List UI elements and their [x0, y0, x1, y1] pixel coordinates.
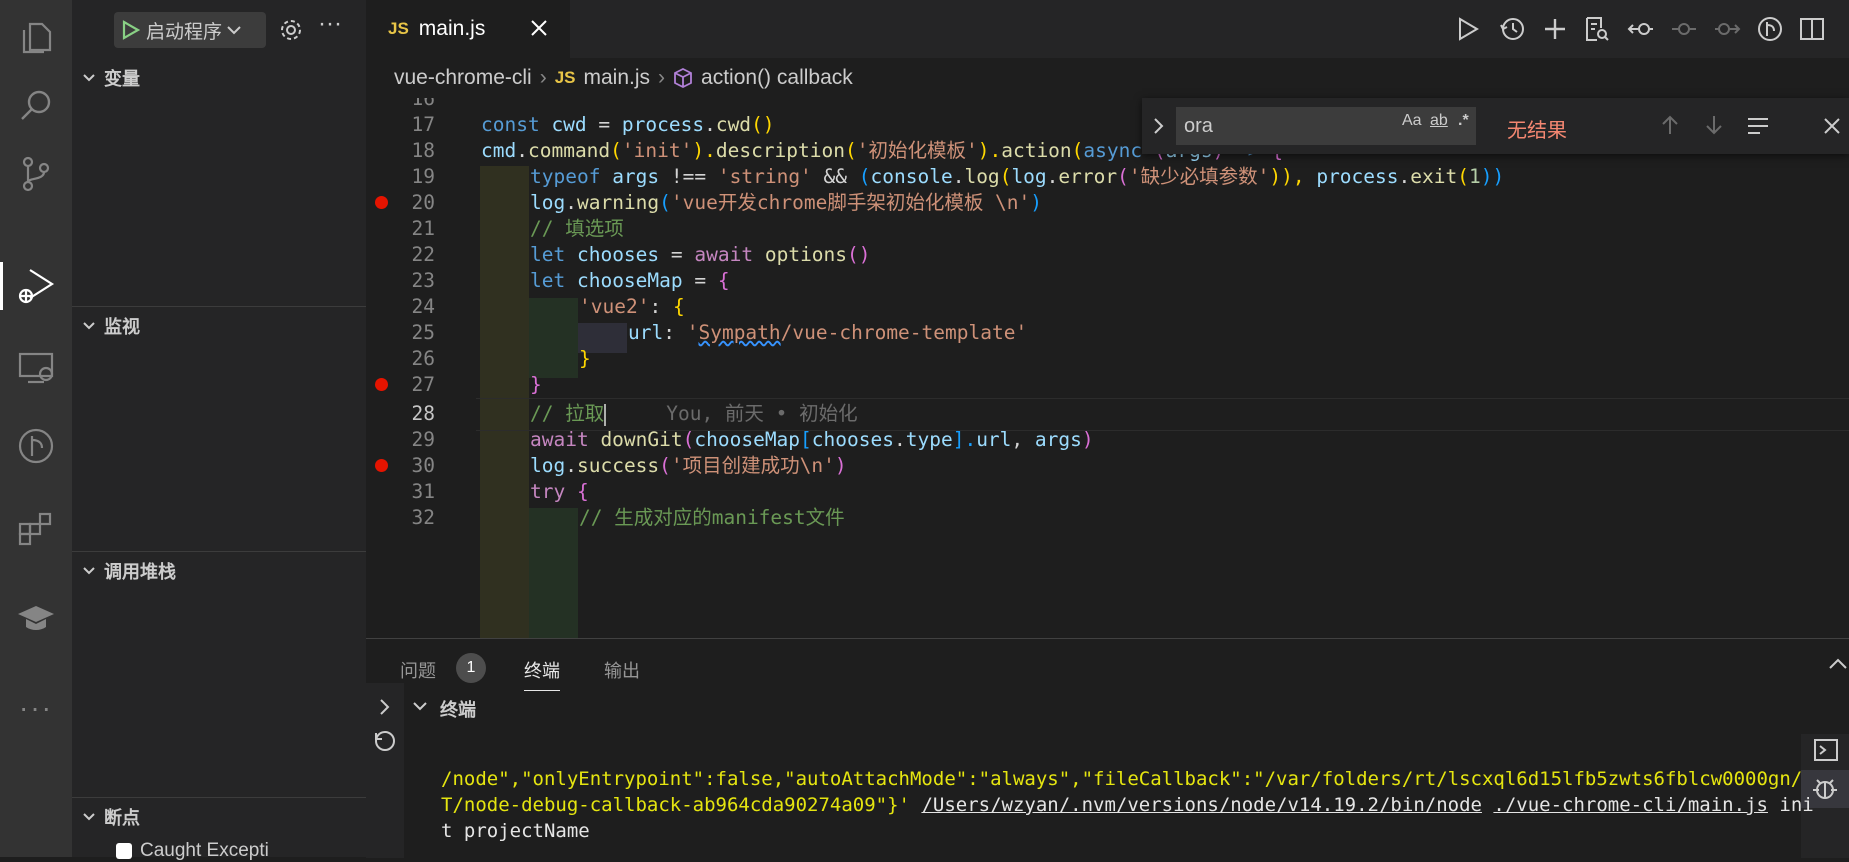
- find-in-selection-icon[interactable]: [1746, 116, 1770, 136]
- js-file-icon: JS: [388, 19, 409, 38]
- watch-section-header[interactable]: 监视: [72, 306, 366, 346]
- git-graph-icon[interactable]: [8, 418, 64, 474]
- extensions-icon[interactable]: [8, 500, 64, 556]
- find-widget: ora Aa ab .* 无结果: [1142, 98, 1849, 154]
- tab-label: main.js: [418, 17, 486, 40]
- close-icon[interactable]: [528, 17, 550, 39]
- compare-next-icon[interactable]: [1711, 13, 1743, 45]
- tab-problems[interactable]: 问题: [400, 657, 436, 683]
- breadcrumb-file[interactable]: main.js: [584, 66, 651, 90]
- play-icon: [122, 20, 140, 40]
- caught-exceptions-label: Caught Excepti: [140, 840, 269, 861]
- launch-config-label: 启动程序: [146, 21, 223, 43]
- breakpoints-section-title: 断点: [104, 808, 140, 828]
- arrow-down-icon[interactable]: [1704, 114, 1724, 136]
- breadcrumb-folder[interactable]: vue-chrome-cli: [394, 66, 532, 90]
- terminal-title: 终端: [440, 700, 476, 720]
- arrow-up-icon[interactable]: [1660, 114, 1680, 136]
- run-icon[interactable]: [1452, 13, 1484, 45]
- callstack-section-title: 调用堆栈: [104, 562, 176, 582]
- source-control-icon[interactable]: [8, 146, 64, 202]
- breadcrumb: vue-chrome-cli › JS main.js › action() c…: [366, 58, 1849, 98]
- problems-badge: 1: [456, 653, 486, 683]
- code-line: 32// 生成对应的manifest文件: [366, 502, 1849, 533]
- breadcrumb-separator: ›: [658, 66, 666, 89]
- compare-prev-icon[interactable]: [1625, 13, 1657, 45]
- debug-toolbar: 启动程序 ···: [72, 0, 366, 58]
- chevron-up-icon[interactable]: [1827, 657, 1849, 671]
- match-case-toggle[interactable]: Aa: [1402, 112, 1422, 130]
- breakpoints-section-header[interactable]: 断点: [72, 797, 366, 837]
- restart-icon[interactable]: [372, 727, 398, 753]
- run-debug-icon[interactable]: [0, 258, 64, 314]
- terminal-icon[interactable]: [1813, 738, 1839, 762]
- callstack-section-header[interactable]: 调用堆栈: [72, 551, 366, 591]
- whole-word-toggle[interactable]: ab: [1430, 112, 1448, 130]
- code-editor[interactable]: 16 17 const cwd = process.cwd() 18 cmd.com…: [366, 98, 1849, 638]
- variables-section-header[interactable]: 变量: [72, 58, 366, 98]
- chevron-down-icon: [83, 74, 95, 82]
- more-actions-icon[interactable]: ···: [318, 10, 342, 38]
- terminal-gutter: [366, 683, 404, 858]
- files-icon[interactable]: [8, 10, 64, 66]
- bottom-panel: 问题 1 终端 输出 终端 /node","onlyEntrypoint":fa…: [366, 638, 1849, 858]
- terminal-link[interactable]: ./vue-chrome-cli/main.js: [1493, 794, 1768, 816]
- method-icon: [674, 67, 692, 89]
- chevron-down-icon: [83, 813, 95, 821]
- chevron-down-icon: [83, 567, 95, 575]
- find-results: 无结果: [1507, 120, 1567, 142]
- add-icon[interactable]: [1539, 13, 1571, 45]
- debug-sidebar: 启动程序 ··· 变量 监视 调用堆栈 断点 Caught Excepti: [72, 0, 366, 861]
- tab-bar: JS main.js: [366, 0, 1849, 58]
- chevron-down-icon: [227, 26, 241, 35]
- line-number: 32: [411, 506, 435, 529]
- git-blame-annotation: You, 前天 • 初始化: [666, 402, 858, 425]
- breadcrumb-symbol[interactable]: action() callback: [701, 66, 853, 90]
- split-editor-icon[interactable]: [1796, 13, 1828, 45]
- search-icon[interactable]: [8, 78, 64, 134]
- terminal-link[interactable]: /Users/wzyan/.nvm/versions/node/v14.19.2…: [921, 794, 1482, 816]
- learn-icon[interactable]: [8, 590, 64, 646]
- text-cursor: [604, 403, 607, 426]
- code-line: 27}: [366, 369, 1849, 400]
- git-lens-icon[interactable]: [1754, 13, 1786, 45]
- gear-icon[interactable]: [278, 17, 304, 43]
- chevron-down-icon: [83, 322, 95, 330]
- line-number: 27: [411, 373, 435, 396]
- tab-output[interactable]: 输出: [604, 657, 640, 683]
- chevron-right-icon[interactable]: [378, 697, 392, 717]
- history-icon[interactable]: [1496, 13, 1528, 45]
- remote-explorer-icon[interactable]: [8, 340, 64, 396]
- editor-area: JS main.js vue-chrome-cli › JS main.js ›…: [366, 0, 1849, 858]
- js-file-icon: JS: [554, 68, 576, 87]
- more-icon[interactable]: ···: [8, 680, 64, 736]
- breadcrumb-separator: ›: [539, 66, 547, 89]
- chevron-right-icon[interactable]: [1152, 116, 1166, 136]
- chevron-down-icon: [413, 702, 427, 711]
- tab-terminal[interactable]: 终端: [524, 657, 560, 691]
- activity-bar: ···: [0, 0, 72, 857]
- caught-exceptions-item[interactable]: Caught Excepti: [116, 840, 269, 862]
- commit-icon[interactable]: [1668, 13, 1700, 45]
- close-icon[interactable]: [1822, 116, 1842, 136]
- regex-toggle[interactable]: .*: [1458, 112, 1469, 130]
- launch-config-select[interactable]: 启动程序: [114, 12, 266, 48]
- search-file-icon[interactable]: [1580, 13, 1612, 45]
- tab-main-js[interactable]: JS main.js: [366, 0, 570, 58]
- watch-section-title: 监视: [104, 317, 140, 337]
- terminal-output[interactable]: /node","onlyEntrypoint":false,"autoAttac…: [441, 766, 1821, 844]
- variables-section-title: 变量: [104, 69, 140, 89]
